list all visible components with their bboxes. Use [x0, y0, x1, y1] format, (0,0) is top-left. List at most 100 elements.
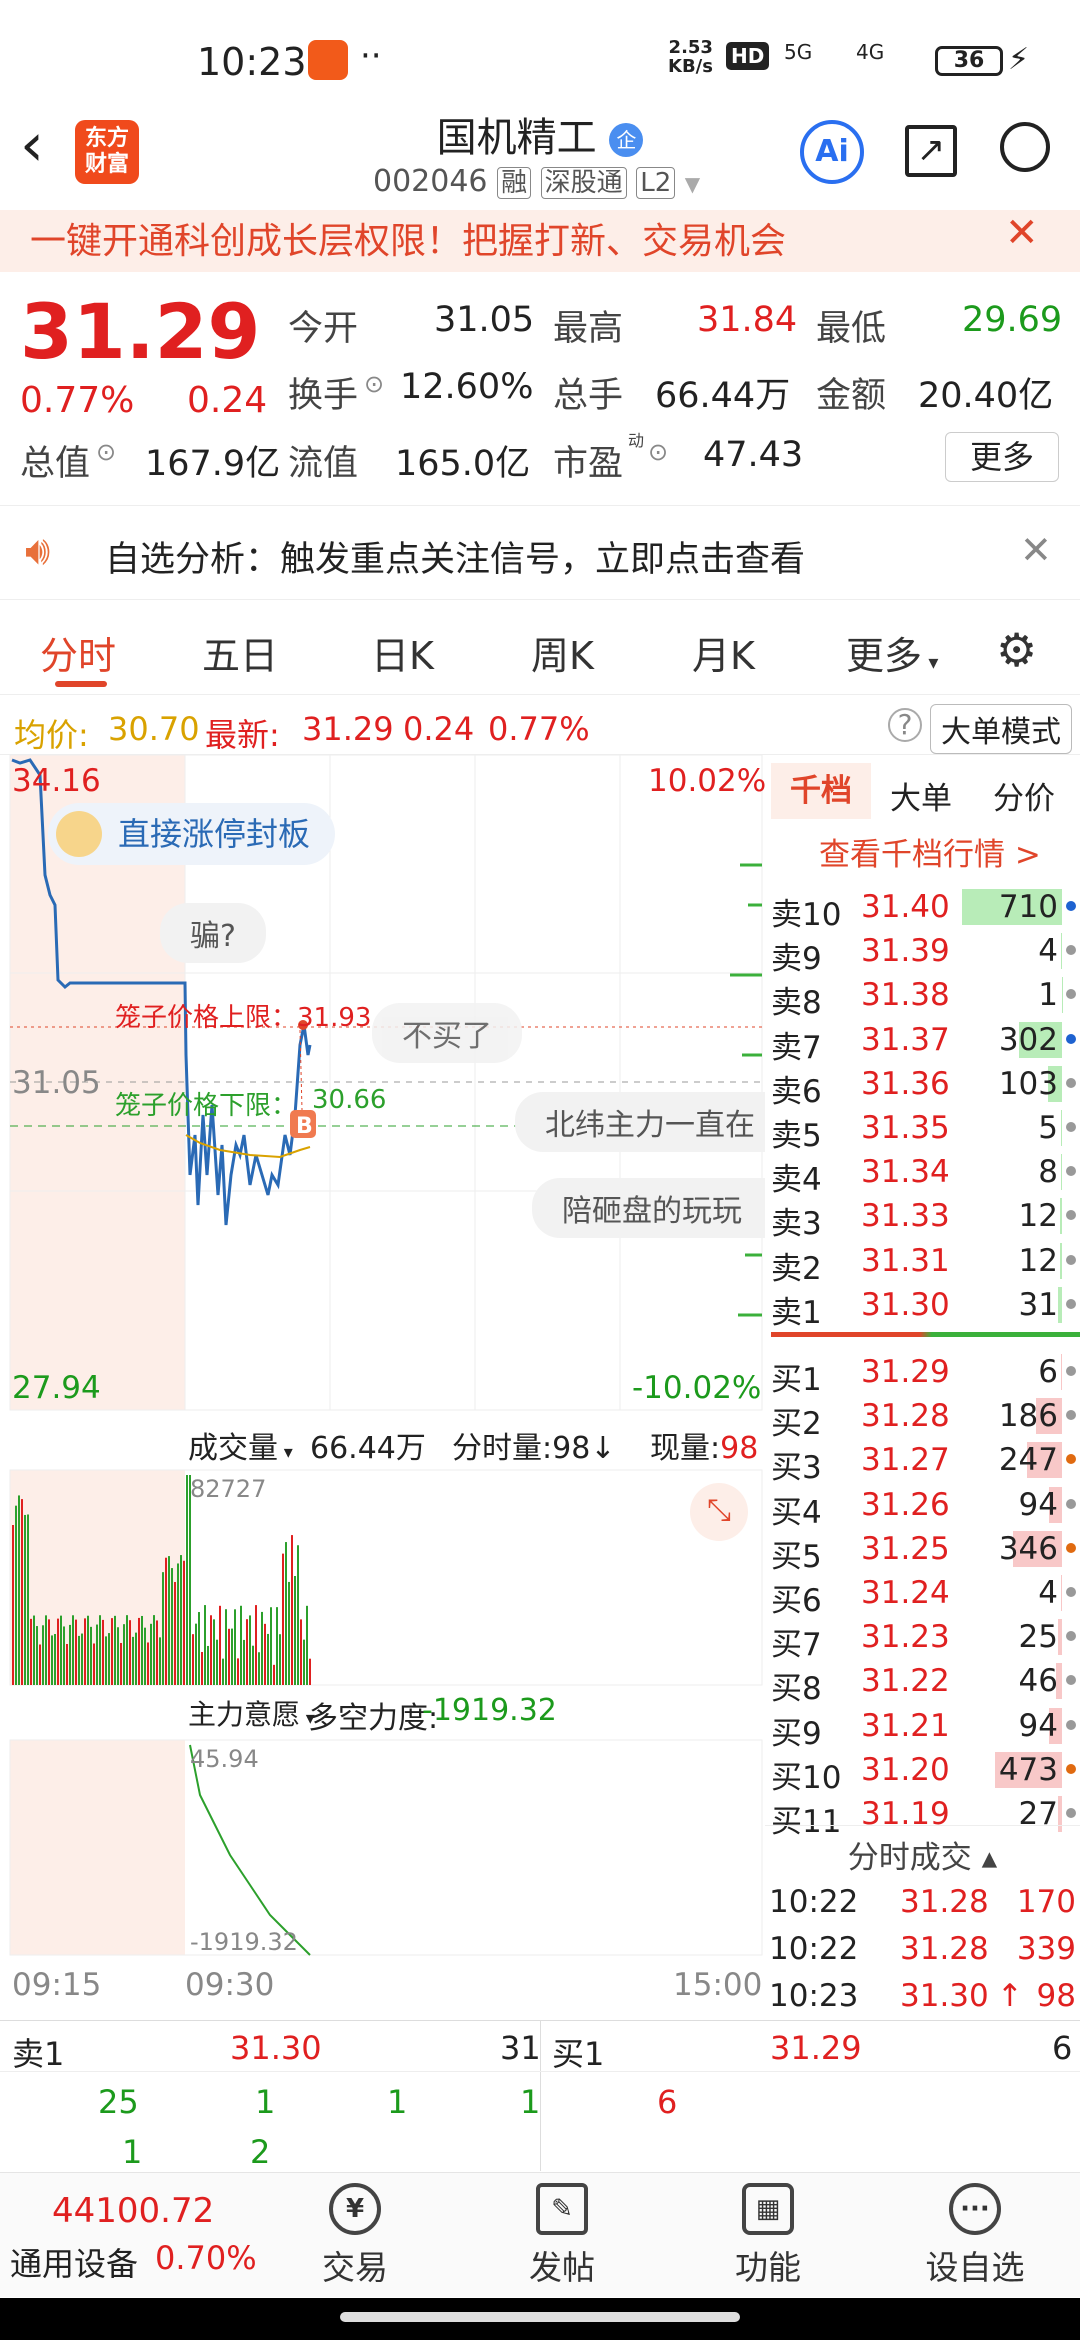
book-row[interactable]: 买6 31.24 4 [765, 1571, 1080, 1619]
book-tab-depth[interactable]: 千档 [771, 763, 871, 819]
book-row[interactable]: 买1 31.29 6 [765, 1350, 1080, 1398]
volume-bar [165, 1557, 167, 1685]
settings-gear-icon[interactable]: ⚙ [996, 623, 1037, 677]
cage-upper-label-text: 笼子价格上限： [115, 1003, 298, 1033]
caret-down-icon: ▾ [278, 1442, 293, 1463]
force-selector[interactable]: 主力意愿 ▾ [188, 1693, 315, 1733]
book-volume: 94 [1018, 1486, 1058, 1523]
volume-bar [294, 1576, 296, 1685]
book-volume: 4 [1038, 1575, 1058, 1611]
book-tab-price[interactable]: 分价 [993, 773, 1055, 818]
nav-trade[interactable]: ¥ 交易 [295, 2183, 415, 2289]
tab-more[interactable]: 更多 ▾ [846, 625, 938, 680]
signal-4g-icon: 4G [856, 40, 885, 64]
book-volume: 186 [998, 1398, 1058, 1435]
ai-icon[interactable]: Ai [800, 120, 864, 184]
book-row[interactable]: 卖8 31.38 1 [765, 973, 1080, 1021]
latest-change: 0.24 [403, 710, 475, 748]
volume-bar [210, 1615, 212, 1685]
book-row[interactable]: 卖1 31.30 31 [765, 1283, 1080, 1331]
book-row[interactable]: 买5 31.25 346 [765, 1527, 1080, 1575]
share-icon[interactable]: ↗ [905, 125, 957, 177]
book-row[interactable]: 买7 31.23 25 [765, 1615, 1080, 1663]
tab-intraday[interactable]: 分时 [40, 625, 116, 680]
dot-icon [1066, 1675, 1076, 1686]
book-row[interactable]: 卖10 31.40 710 [765, 885, 1080, 933]
volume-bar [120, 1642, 122, 1685]
comment-bubble[interactable]: 不买了 [372, 1003, 522, 1063]
comment-bubble[interactable]: 陪砸盘的玩玩 [532, 1178, 765, 1238]
volume-bar [105, 1636, 107, 1685]
view-depth-link[interactable]: 查看千档行情 > [819, 829, 1041, 874]
more-button[interactable]: 更多 [945, 432, 1059, 482]
volume-bar [1060, 1198, 1062, 1235]
tab-daily-k[interactable]: 日K [371, 625, 434, 680]
book-row[interactable]: 卖9 31.39 4 [765, 929, 1080, 977]
info-icon[interactable]: ⊙ [96, 438, 116, 466]
volume-bar [237, 1658, 239, 1685]
nav-functions[interactable]: ▦ 功能 [708, 2183, 828, 2289]
book-row[interactable]: 卖4 31.34 8 [765, 1150, 1080, 1198]
volume-bar [222, 1658, 224, 1685]
book-row[interactable]: 卖6 31.36 103 [765, 1062, 1080, 1110]
intraday-chart[interactable]: B 34.16 31.05 27.94 10.02% -10.02% 笼子价格上… [0, 754, 766, 2020]
help-icon[interactable]: ? [888, 708, 922, 742]
book-row[interactable]: 卖3 31.33 12 [765, 1194, 1080, 1242]
book-tab-big[interactable]: 大单 [890, 773, 952, 818]
tick-arrow: ↑ [997, 1978, 1023, 2014]
alert-bar[interactable]: 🔊︎ 自选分析：触发重点关注信号，立即点击查看 ✕ [0, 505, 1080, 600]
cage-upper-label: 笼子价格上限：31.93 [115, 997, 371, 1034]
latest-label: 最新: [205, 716, 280, 754]
book-level: 买2 [771, 1406, 822, 1443]
book-level: 卖7 [771, 1029, 822, 1066]
home-indicator[interactable] [340, 2312, 740, 2322]
search-icon[interactable] [1000, 122, 1050, 172]
tab-weekly-k[interactable]: 周K [531, 625, 594, 680]
index-widget[interactable]: 44100.72 通用设备 0.70% [0, 2173, 280, 2298]
level2-queue: 卖1 31.30 31 买1 31.29 6 25 1 1 1 1 2 6 [0, 2020, 1080, 2171]
volume-bar [279, 1634, 281, 1685]
comment-bubble[interactable]: 北纬主力一直在 [515, 1092, 765, 1152]
book-row[interactable]: 买10 31.20 473 [765, 1748, 1080, 1796]
nav-add-watch[interactable]: ··· 设自选 [915, 2183, 1035, 2289]
book-row[interactable]: 卖7 31.37 302 [765, 1018, 1080, 1066]
promo-bubble[interactable]: 直接涨停封板 [48, 803, 336, 865]
volume-bar [201, 1651, 203, 1685]
ticks-header[interactable]: 分时成交 ▴ [765, 1825, 1080, 1877]
book-row[interactable]: 买9 31.21 94 [765, 1704, 1080, 1752]
volume-bar [186, 1475, 188, 1685]
big-order-mode-button[interactable]: 大单模式 [930, 704, 1072, 754]
tab-monthly-k[interactable]: 月K [692, 625, 755, 680]
info-icon[interactable]: ⊙ [648, 438, 668, 466]
book-level: 买10 [771, 1759, 842, 1796]
float-cap-value: 165.0亿 [395, 444, 531, 484]
book-row[interactable]: 买3 31.27 247 [765, 1438, 1080, 1486]
info-icon[interactable]: ⊙ [364, 370, 384, 398]
promo-banner[interactable]: 一键开通科创成长层权限！把握打新、交易机会 ✕ [0, 210, 1080, 272]
book-price: 31.36 [861, 1065, 950, 1102]
tab-five-day[interactable]: 五日 [202, 625, 278, 680]
dot-icon [1066, 1210, 1076, 1221]
book-row[interactable]: 买4 31.26 94 [765, 1483, 1080, 1531]
banner-close-icon[interactable]: ✕ [1005, 210, 1039, 256]
dropdown-icon[interactable]: ▼ [685, 172, 700, 196]
alert-close-icon[interactable]: ✕ [1020, 528, 1052, 572]
dot-icon [1066, 1498, 1076, 1509]
tag-connect: 深股通 [540, 167, 627, 199]
book-row[interactable]: 买8 31.22 46 [765, 1659, 1080, 1707]
volume-bar [144, 1627, 146, 1685]
book-level: 卖6 [771, 1073, 822, 1110]
nav-post[interactable]: ✎ 发帖 [502, 2183, 622, 2289]
comment-bubble[interactable]: 骗? [160, 903, 266, 963]
book-row[interactable]: 卖5 31.35 5 [765, 1106, 1080, 1154]
volume-bar [261, 1611, 263, 1685]
volume-selector[interactable]: 成交量 ▾ [188, 1423, 293, 1467]
volume-label: 成交量 [188, 1431, 278, 1466]
book-level: 买6 [771, 1583, 822, 1619]
book-row[interactable]: 买2 31.28 186 [765, 1394, 1080, 1442]
volume-bar [156, 1620, 158, 1685]
book-row[interactable]: 卖2 31.31 12 [765, 1239, 1080, 1287]
book-price: 31.31 [861, 1242, 950, 1279]
expand-icon[interactable]: ⤡ [690, 1483, 748, 1541]
book-volume: 346 [998, 1530, 1058, 1567]
